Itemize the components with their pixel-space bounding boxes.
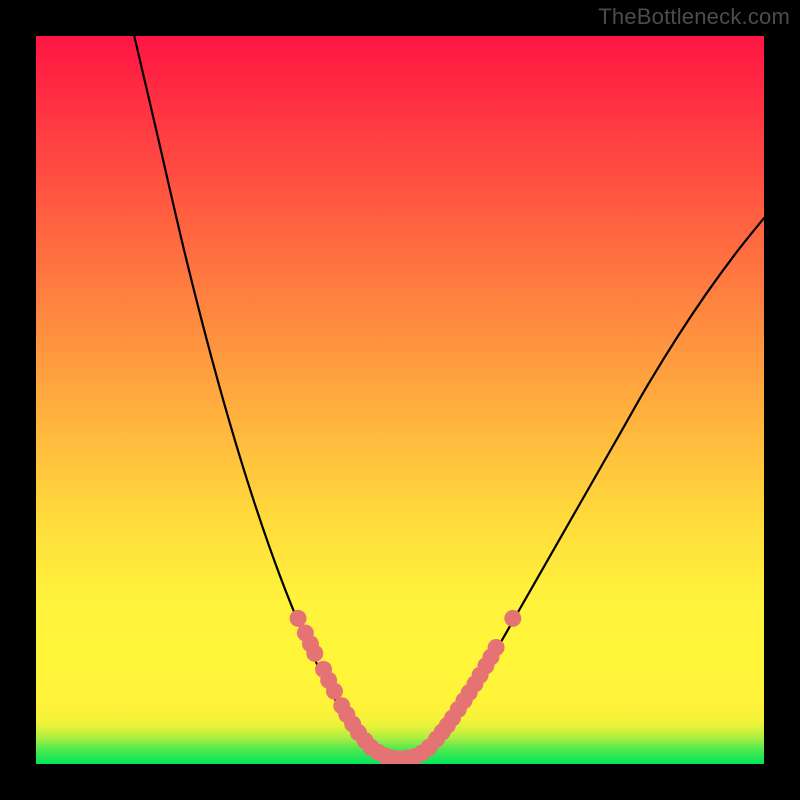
highlight-dot (306, 645, 323, 662)
highlight-dot (504, 610, 521, 627)
chart-frame: TheBottleneck.com (0, 0, 800, 800)
bottleneck-curve (134, 36, 764, 760)
highlight-dot (326, 683, 343, 700)
highlight-dots (290, 610, 522, 764)
highlight-dot (488, 639, 505, 656)
chart-svg (36, 36, 764, 764)
watermark-text: TheBottleneck.com (598, 4, 790, 30)
highlight-dot (290, 610, 307, 627)
plot-area (36, 36, 764, 764)
